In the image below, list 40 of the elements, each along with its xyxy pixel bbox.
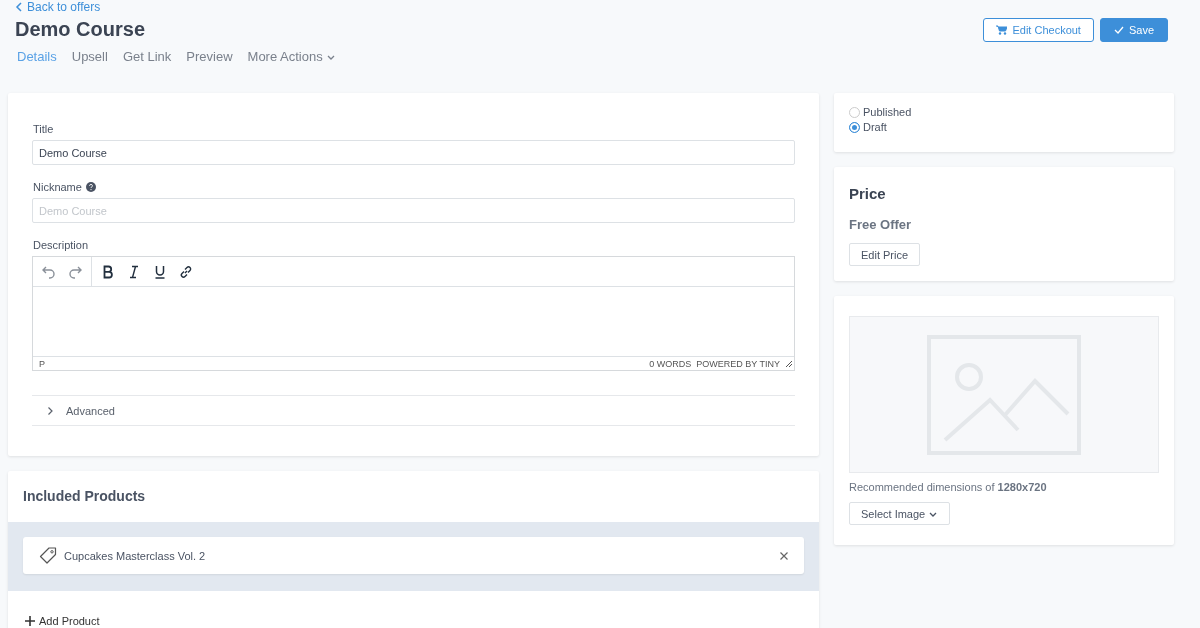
back-link[interactable]: Back to offers bbox=[15, 0, 101, 14]
plus-icon bbox=[25, 616, 35, 626]
tab[interactable]: Get Link bbox=[120, 49, 174, 64]
add-product-button[interactable]: Add Product bbox=[25, 615, 100, 627]
edit-checkout-button[interactable]: Edit Checkout bbox=[983, 18, 1094, 42]
tab[interactable]: Preview bbox=[184, 49, 235, 64]
radio-label: Draft bbox=[863, 121, 887, 133]
save-button[interactable]: Save bbox=[1099, 18, 1168, 42]
remove-button[interactable] bbox=[779, 550, 789, 561]
element-path: P bbox=[39, 358, 45, 369]
tag-icon bbox=[38, 545, 58, 566]
nickname-field[interactable]: Demo Course bbox=[32, 198, 795, 223]
title-field[interactable]: Demo Course bbox=[32, 140, 795, 165]
section-heading: Price bbox=[849, 185, 887, 202]
resize-handle-icon bbox=[785, 360, 792, 367]
page-title: Demo Course bbox=[15, 18, 146, 41]
price-value: Free Offer bbox=[849, 217, 913, 232]
check-icon bbox=[1113, 25, 1124, 35]
branding-link[interactable]: POWERED BY TINY bbox=[696, 358, 780, 369]
tab[interactable]: Upsell bbox=[69, 49, 110, 64]
field-label: Title bbox=[33, 123, 55, 135]
image-hint: Recommended dimensions of 1280x720 bbox=[849, 481, 1048, 493]
radio-button[interactable] bbox=[849, 106, 860, 118]
advanced-toggle[interactable]: Advanced bbox=[32, 395, 795, 426]
chevron-left-icon bbox=[15, 2, 23, 12]
select-image-button[interactable]: Select Image bbox=[849, 502, 951, 525]
tab[interactable]: Details bbox=[15, 49, 59, 64]
link-icon bbox=[178, 263, 194, 280]
help-icon bbox=[85, 182, 96, 192]
cart-icon bbox=[996, 25, 1008, 35]
edit-price-button[interactable]: Edit Price bbox=[849, 243, 921, 266]
chevron-right-icon bbox=[46, 405, 54, 416]
word-count: 0 WORDS bbox=[649, 358, 692, 369]
section-heading: Included Products bbox=[22, 487, 147, 506]
radio-button[interactable] bbox=[849, 121, 860, 133]
tab[interactable]: More Actions bbox=[245, 49, 338, 64]
field-label: Description bbox=[33, 239, 90, 251]
field-label: Nickname bbox=[33, 181, 82, 193]
product-name: Cupcakes Masterclass Vol. 2 bbox=[64, 549, 207, 562]
radio-label: Published bbox=[863, 106, 912, 118]
